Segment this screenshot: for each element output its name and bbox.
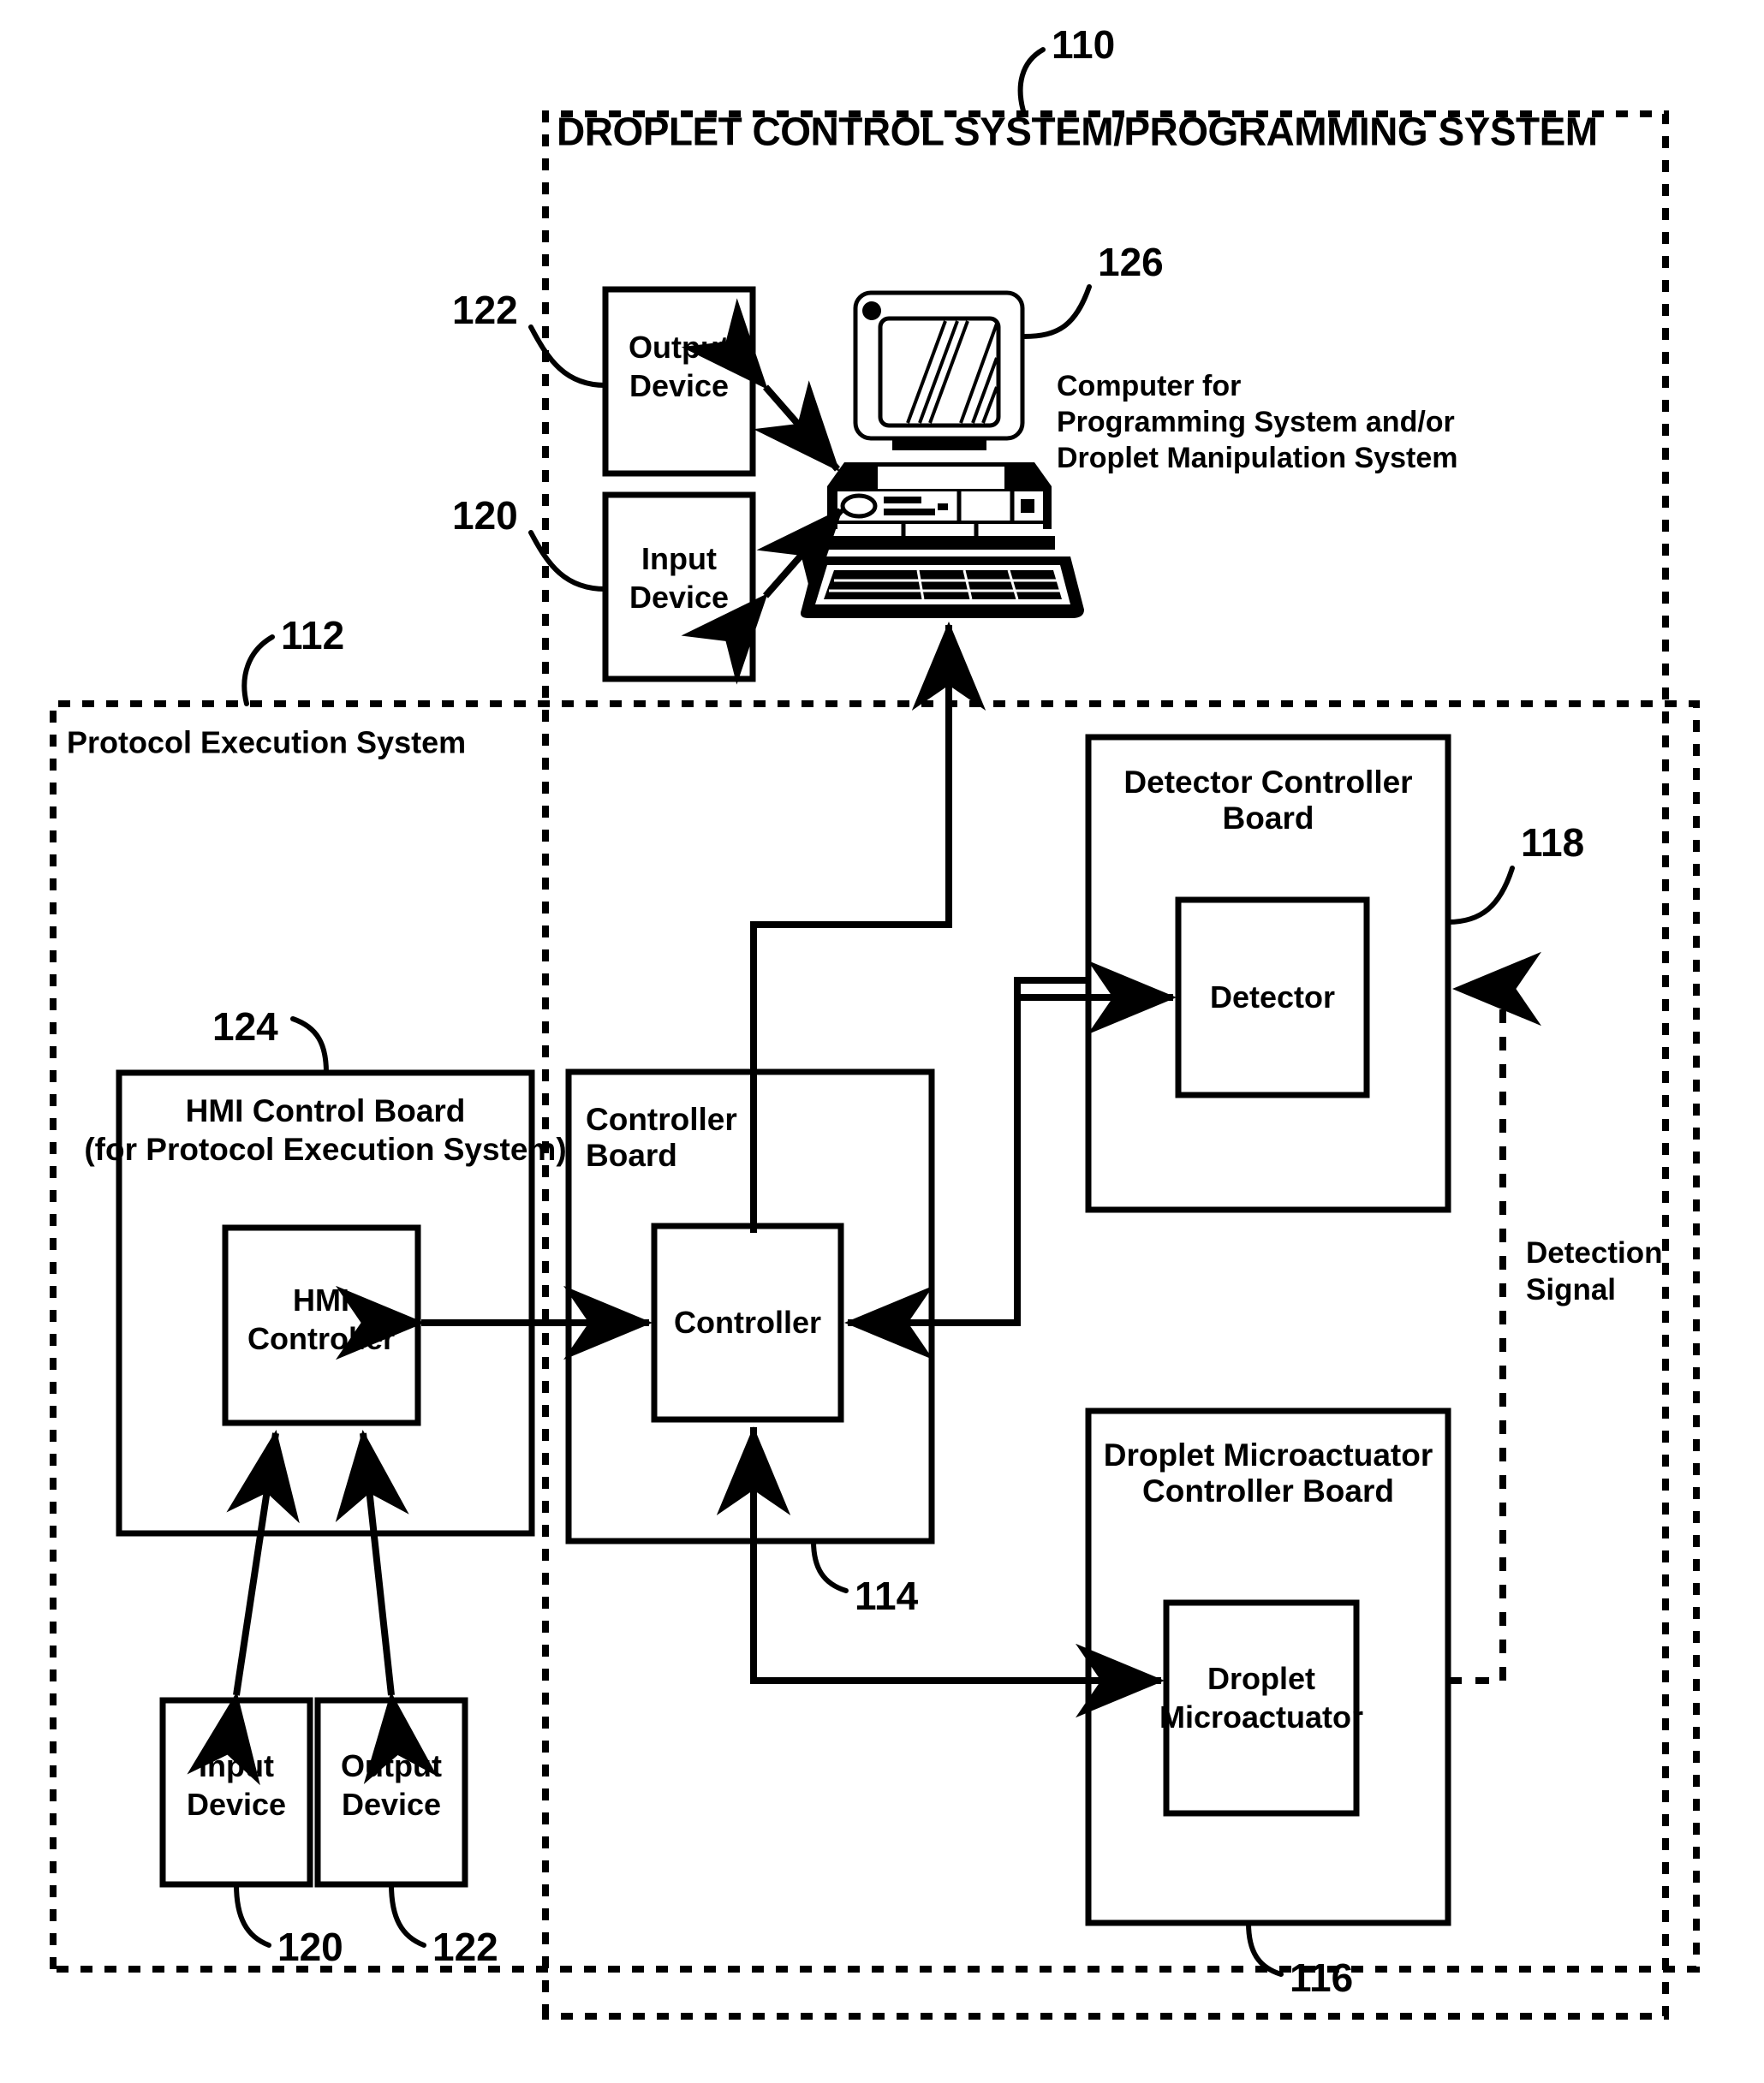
lead-line-124: [290, 1016, 329, 1075]
lead-line-120-bottom: [234, 1882, 271, 1948]
ref-120-top: 120: [452, 493, 518, 538]
lead-line-126: [1022, 284, 1092, 339]
microactuator-label-1: Droplet: [1207, 1661, 1315, 1696]
lead-line-120-top: [528, 530, 608, 592]
block-diagram: 110 112 DROPLET CONTROL SYSTEM/PROGRAMMI…: [50, 22, 1700, 2020]
inner-system-title: Protocol Execution System: [67, 724, 466, 759]
lead-line-118: [1445, 866, 1515, 925]
controller-board-title-1: Controller: [586, 1102, 737, 1137]
output-device-top-label-1: Output: [629, 330, 730, 365]
computer-illustration: [801, 290, 1084, 618]
ref-114: 114: [855, 1574, 919, 1618]
hmi-control-board-title-1: HMI Control Board: [186, 1093, 466, 1128]
ref-122-top: 122: [452, 288, 518, 332]
lead-line-122-bottom: [389, 1882, 426, 1948]
output-device-bottom-label-1: Output: [341, 1748, 442, 1783]
detector-label: Detector: [1210, 979, 1335, 1015]
input-device-top-label-1: Input: [641, 541, 717, 576]
lead-line-116: [1246, 1920, 1284, 1977]
wire-detection-signal: [1448, 951, 1541, 1684]
arrow-hmi-input-device: [187, 1430, 300, 1786]
wire-controller-to-computer: [750, 622, 986, 1233]
ref-126: 126: [1098, 240, 1164, 284]
controller-label: Controller: [674, 1305, 821, 1340]
input-device-top-label-2: Device: [629, 580, 729, 615]
hmi-controller-label-2: Controller: [247, 1321, 395, 1356]
ref-112: 112: [281, 613, 344, 658]
input-device-bottom-label-2: Device: [187, 1787, 286, 1822]
wire-detector-to-controller: [844, 977, 1088, 1360]
output-device-bottom-label-2: Device: [342, 1787, 441, 1822]
hmi-controller-label-1: HMI: [293, 1283, 349, 1318]
computer-caption-line-2: Programming System and/or: [1057, 406, 1455, 438]
detector-board-title-1: Detector Controller: [1123, 765, 1412, 800]
lead-line-114: [811, 1538, 849, 1593]
wire-controller-to-detector: [1014, 960, 1177, 1323]
ref-122-bottom: 122: [432, 1925, 498, 1969]
microactuator-board-title-2: Controller Board: [1142, 1473, 1394, 1509]
hmi-control-board-title-2: (for Protocol Execution System): [84, 1132, 566, 1167]
ref-120-bottom: 120: [277, 1925, 343, 1969]
controller-board-title-2: Board: [586, 1138, 677, 1173]
lead-line-110: [1017, 47, 1046, 116]
ref-110: 110: [1052, 22, 1115, 67]
input-device-bottom-label-1: Input: [199, 1748, 274, 1783]
microactuator-label-2: Microactuator: [1159, 1699, 1363, 1735]
output-device-top-label-2: Device: [629, 368, 729, 403]
ref-116: 116: [1290, 1955, 1353, 2000]
ref-124: 124: [212, 1004, 278, 1049]
ref-118: 118: [1521, 820, 1584, 865]
detection-signal-label-2: Signal: [1526, 1273, 1616, 1306]
patent-figure-canvas: 110 112 DROPLET CONTROL SYSTEM/PROGRAMMI…: [0, 0, 1764, 2083]
computer-caption-line-1: Computer for: [1057, 370, 1241, 402]
detection-signal-label-1: Detection: [1526, 1236, 1662, 1270]
arrow-hmi-output-device: [335, 1430, 438, 1785]
outer-system-title: DROPLET CONTROL SYSTEM/PROGRAMMING SYSTE…: [557, 110, 1598, 154]
computer-caption-line-3: Droplet Manipulation System: [1057, 442, 1458, 474]
arrow-output-device-computer: [681, 298, 841, 473]
lead-line-112: [241, 634, 275, 706]
microactuator-board-title-1: Droplet Microactuator: [1104, 1437, 1433, 1473]
detector-board-title-2: Board: [1223, 800, 1314, 836]
